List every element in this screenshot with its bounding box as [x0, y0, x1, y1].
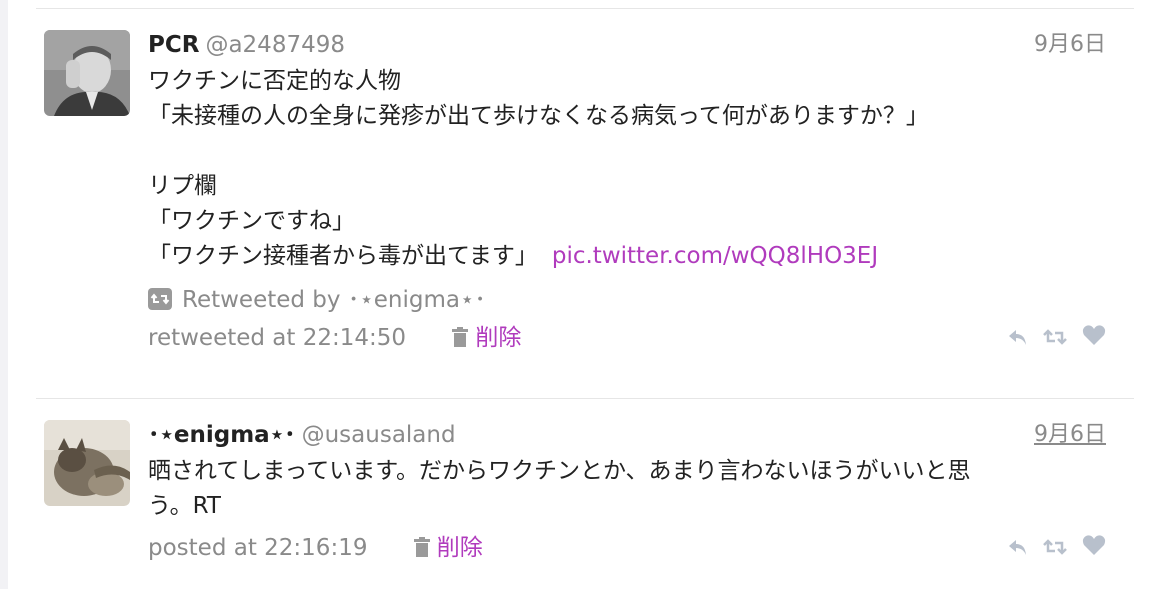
separator [36, 398, 1134, 399]
tweet-header: ･⋆enigma⋆･ @usausaland 9月6日 [148, 420, 1106, 450]
tweet-actions [1008, 323, 1106, 355]
tweet-header: PCR @a2487498 9月6日 [148, 30, 1106, 60]
reply-icon[interactable] [1008, 533, 1028, 565]
heart-icon[interactable] [1082, 323, 1106, 355]
retweeted-by-text: Retweeted by ･⋆enigma⋆･ [182, 287, 486, 313]
retweet-icon[interactable] [1042, 323, 1068, 355]
trash-icon[interactable] [451, 324, 469, 347]
author-handle[interactable]: @a2487498 [205, 32, 345, 58]
tweet-text-line: 「未接種の人の全身に発疹が出て歩けなくなる病気って何がありますか？」 [148, 103, 929, 129]
avatar[interactable] [44, 30, 130, 116]
reply-icon[interactable] [1008, 323, 1028, 355]
tweet-date[interactable]: 9月6日 [1034, 420, 1106, 450]
trash-icon[interactable] [413, 534, 431, 557]
tweet-meta-row: retweeted at 22:14:50 削除 [148, 322, 1106, 354]
tweet-text-segment: 「ワクチン接種者から毒が出てます」 [148, 243, 538, 269]
tweet-meta-row: posted at 22:16:19 削除 [148, 532, 1106, 564]
tweet-text: 晒されてしまっています。だからワクチンとか、あまり言わないほうがいいと思 う。R… [148, 454, 1106, 524]
author-name[interactable]: ･⋆enigma⋆･ [148, 422, 296, 448]
pic-link[interactable]: pic.twitter.com/wQQ8lHO3EJ [552, 243, 878, 269]
tweet-text-line: 晒されてしまっています。だからワクチンとか、あまり言わないほうがいいと思 [148, 458, 971, 484]
left-rail [0, 0, 8, 589]
tweet-actions [1008, 533, 1106, 565]
tweet-text-line: リプ欄 [148, 173, 217, 199]
heart-icon[interactable] [1082, 533, 1106, 565]
tweet-text-line [148, 134, 1106, 169]
tweet-text-line: ワクチンに否定的な人物 [148, 68, 401, 94]
tweet-text-line: う。RT [148, 493, 221, 519]
delete-link[interactable]: 削除 [437, 535, 483, 561]
retweeted-by-row: Retweeted by ･⋆enigma⋆･ [148, 284, 1106, 316]
timeline: PCR @a2487498 9月6日 ワクチンに否定的な人物 「未接種の人の全身に… [36, 0, 1134, 589]
author-name[interactable]: PCR [148, 32, 199, 58]
tweet-text-line: 「ワクチンですね」 [148, 208, 355, 234]
author-handle[interactable]: @usausaland [302, 422, 456, 448]
retweet-icon[interactable] [1042, 533, 1068, 565]
posted-at-text: posted at 22:16:19 [148, 535, 368, 561]
delete-link[interactable]: 削除 [475, 325, 521, 351]
retweet-badge-icon [148, 287, 172, 310]
avatar[interactable] [44, 420, 130, 506]
tweet-text: ワクチンに否定的な人物 「未接種の人の全身に発疹が出て歩けなくなる病気って何があ… [148, 64, 1106, 274]
retweeted-at-text: retweeted at 22:14:50 [148, 325, 407, 351]
tweet-text-line-with-link: 「ワクチン接種者から毒が出てます」 pic.twitter.com/wQQ8lHO… [148, 239, 1106, 274]
tweet-date[interactable]: 9月6日 [1034, 30, 1106, 60]
tweet-content: PCR @a2487498 9月6日 ワクチンに否定的な人物 「未接種の人の全身に… [148, 30, 1106, 354]
separator [36, 8, 1134, 9]
tweet-content: ･⋆enigma⋆･ @usausaland 9月6日 晒されてしまっています。だ… [148, 420, 1106, 564]
